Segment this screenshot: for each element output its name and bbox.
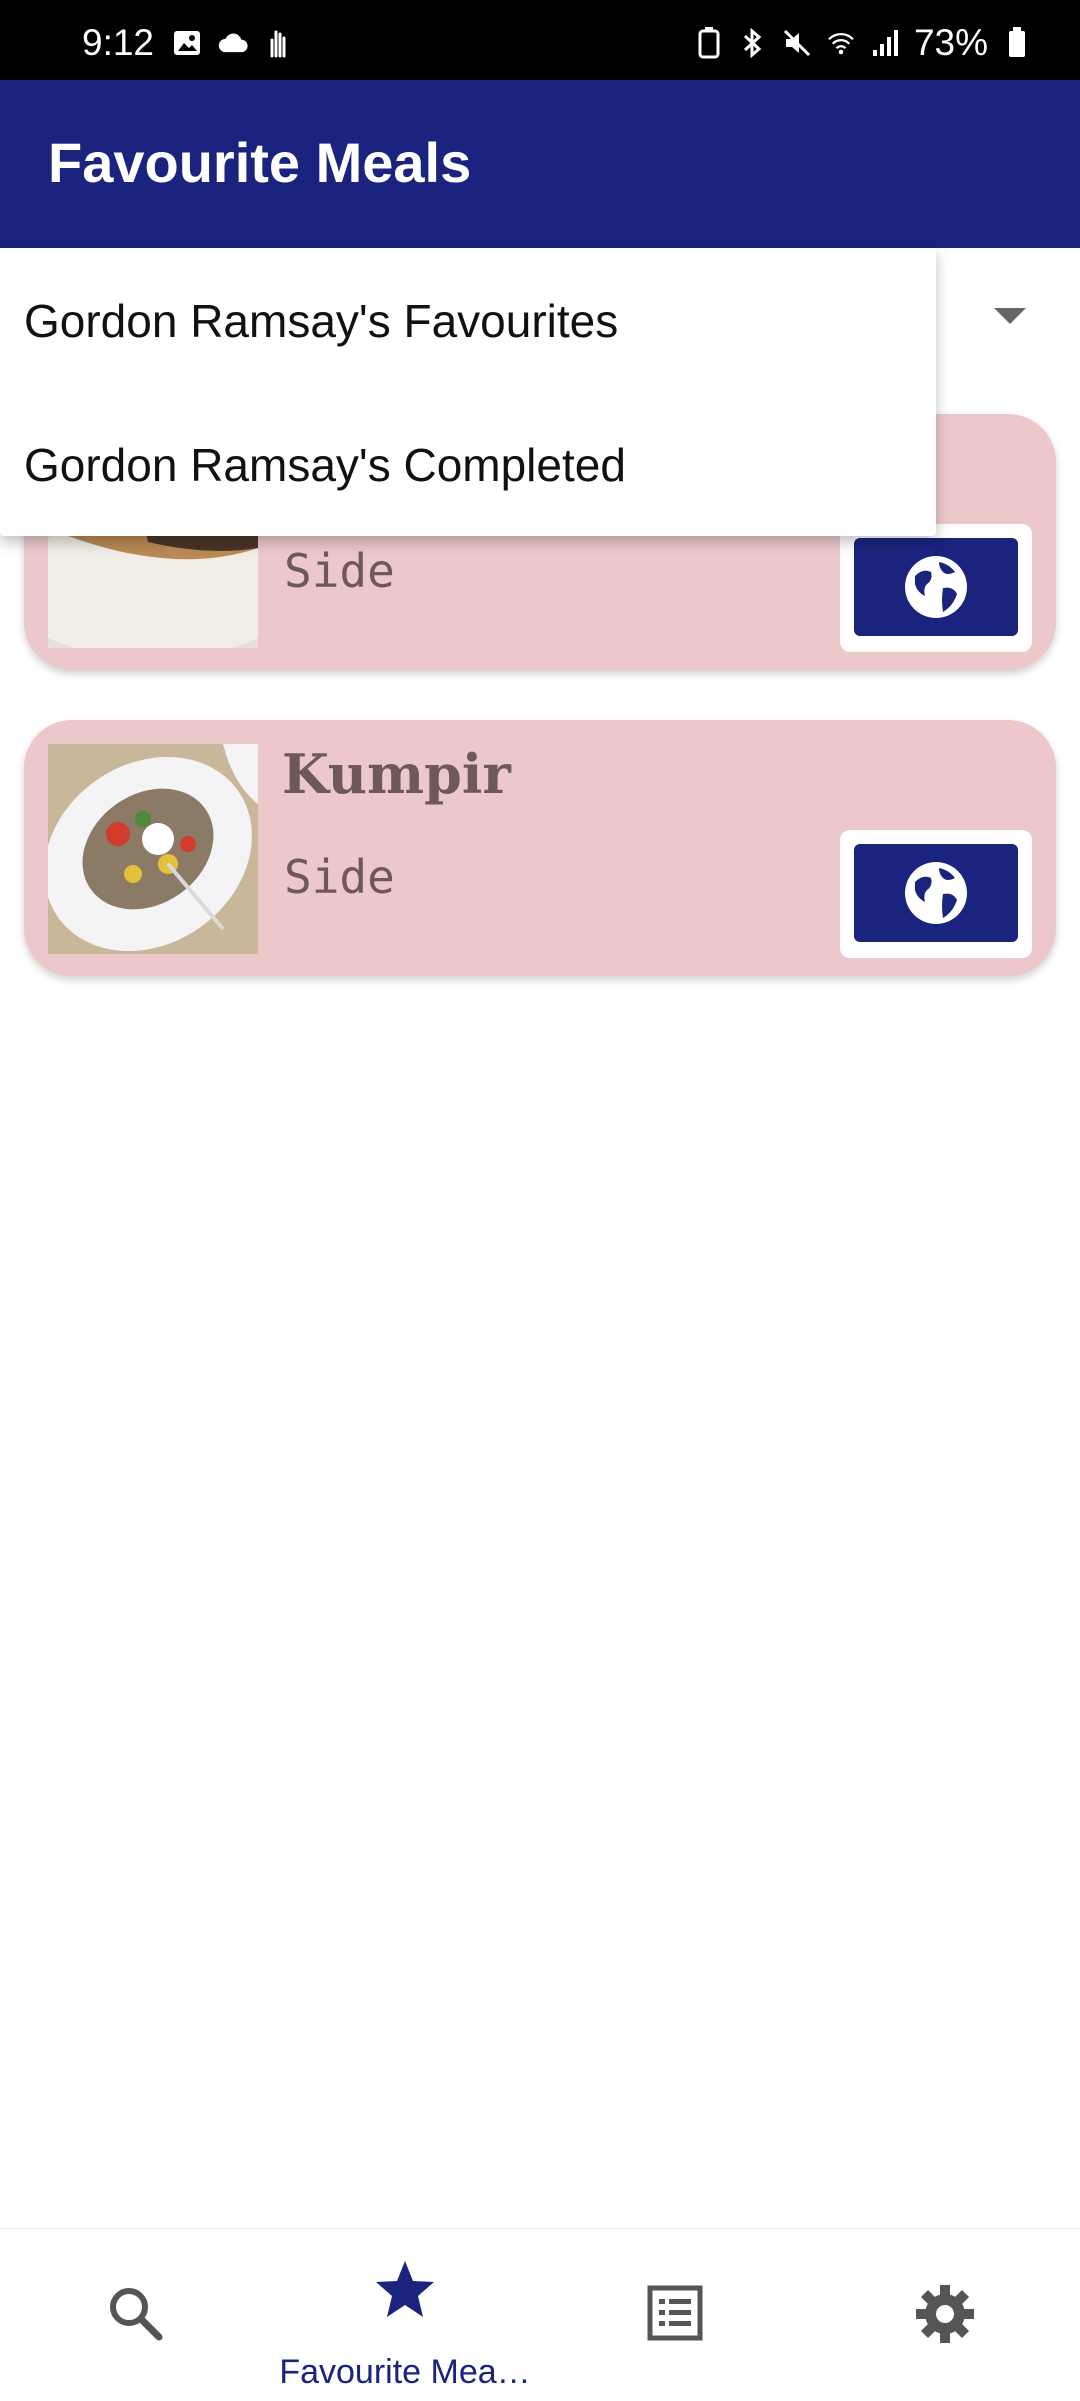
meal-category: Side bbox=[284, 544, 395, 598]
search-icon bbox=[110, 2288, 163, 2341]
bluetooth-icon bbox=[738, 26, 768, 60]
open-web-button-frame bbox=[840, 830, 1032, 958]
list-dropdown-menu: Gordon Ramsay's Favourites Gordon Ramsay… bbox=[0, 248, 936, 536]
app-bar: Favourite Meals bbox=[0, 80, 1080, 248]
open-web-button[interactable] bbox=[854, 844, 1018, 942]
wifi-icon bbox=[826, 26, 856, 60]
page-title: Favourite Meals bbox=[48, 131, 472, 194]
nav-item-list[interactable] bbox=[540, 2229, 810, 2401]
meal-name: Kumpir bbox=[282, 742, 511, 806]
image-icon bbox=[172, 26, 202, 60]
battery-saver-icon bbox=[694, 26, 724, 60]
meal-category: Side bbox=[284, 850, 395, 904]
meal-card[interactable]: Kumpir Side bbox=[24, 720, 1056, 976]
nav-item-search[interactable] bbox=[0, 2229, 270, 2401]
bottom-navigation: Favourite Mea… bbox=[0, 2228, 1080, 2401]
cloud-icon bbox=[218, 26, 248, 60]
dropdown-option-favourites[interactable]: Gordon Ramsay's Favourites bbox=[24, 294, 618, 348]
gesture-icon bbox=[264, 26, 294, 60]
status-time: 9:12 bbox=[82, 22, 155, 63]
gear-icon bbox=[916, 2285, 974, 2343]
open-web-button[interactable] bbox=[854, 538, 1018, 636]
signal-icon bbox=[870, 26, 900, 60]
mute-icon bbox=[782, 26, 812, 60]
battery-icon bbox=[1002, 26, 1032, 60]
status-left-icons bbox=[172, 26, 294, 60]
dropdown-option-completed[interactable]: Gordon Ramsay's Completed bbox=[24, 438, 626, 492]
globe-icon bbox=[905, 862, 967, 924]
nav-item-favourite-meals[interactable]: Favourite Mea… bbox=[270, 2229, 540, 2401]
star-icon bbox=[376, 2261, 434, 2317]
battery-percent: 73% bbox=[913, 22, 988, 63]
status-right-icons: 73% bbox=[694, 22, 1032, 64]
status-bar: 9:12 73% bbox=[0, 0, 1080, 80]
globe-icon bbox=[905, 556, 967, 618]
open-web-button-frame bbox=[840, 524, 1032, 652]
list-icon bbox=[647, 2285, 703, 2341]
dropdown-arrow-icon[interactable] bbox=[994, 308, 1026, 324]
nav-label-favourite-meals: Favourite Mea… bbox=[279, 2353, 531, 2391]
meal-image bbox=[48, 744, 258, 954]
nav-item-settings[interactable] bbox=[810, 2229, 1080, 2401]
